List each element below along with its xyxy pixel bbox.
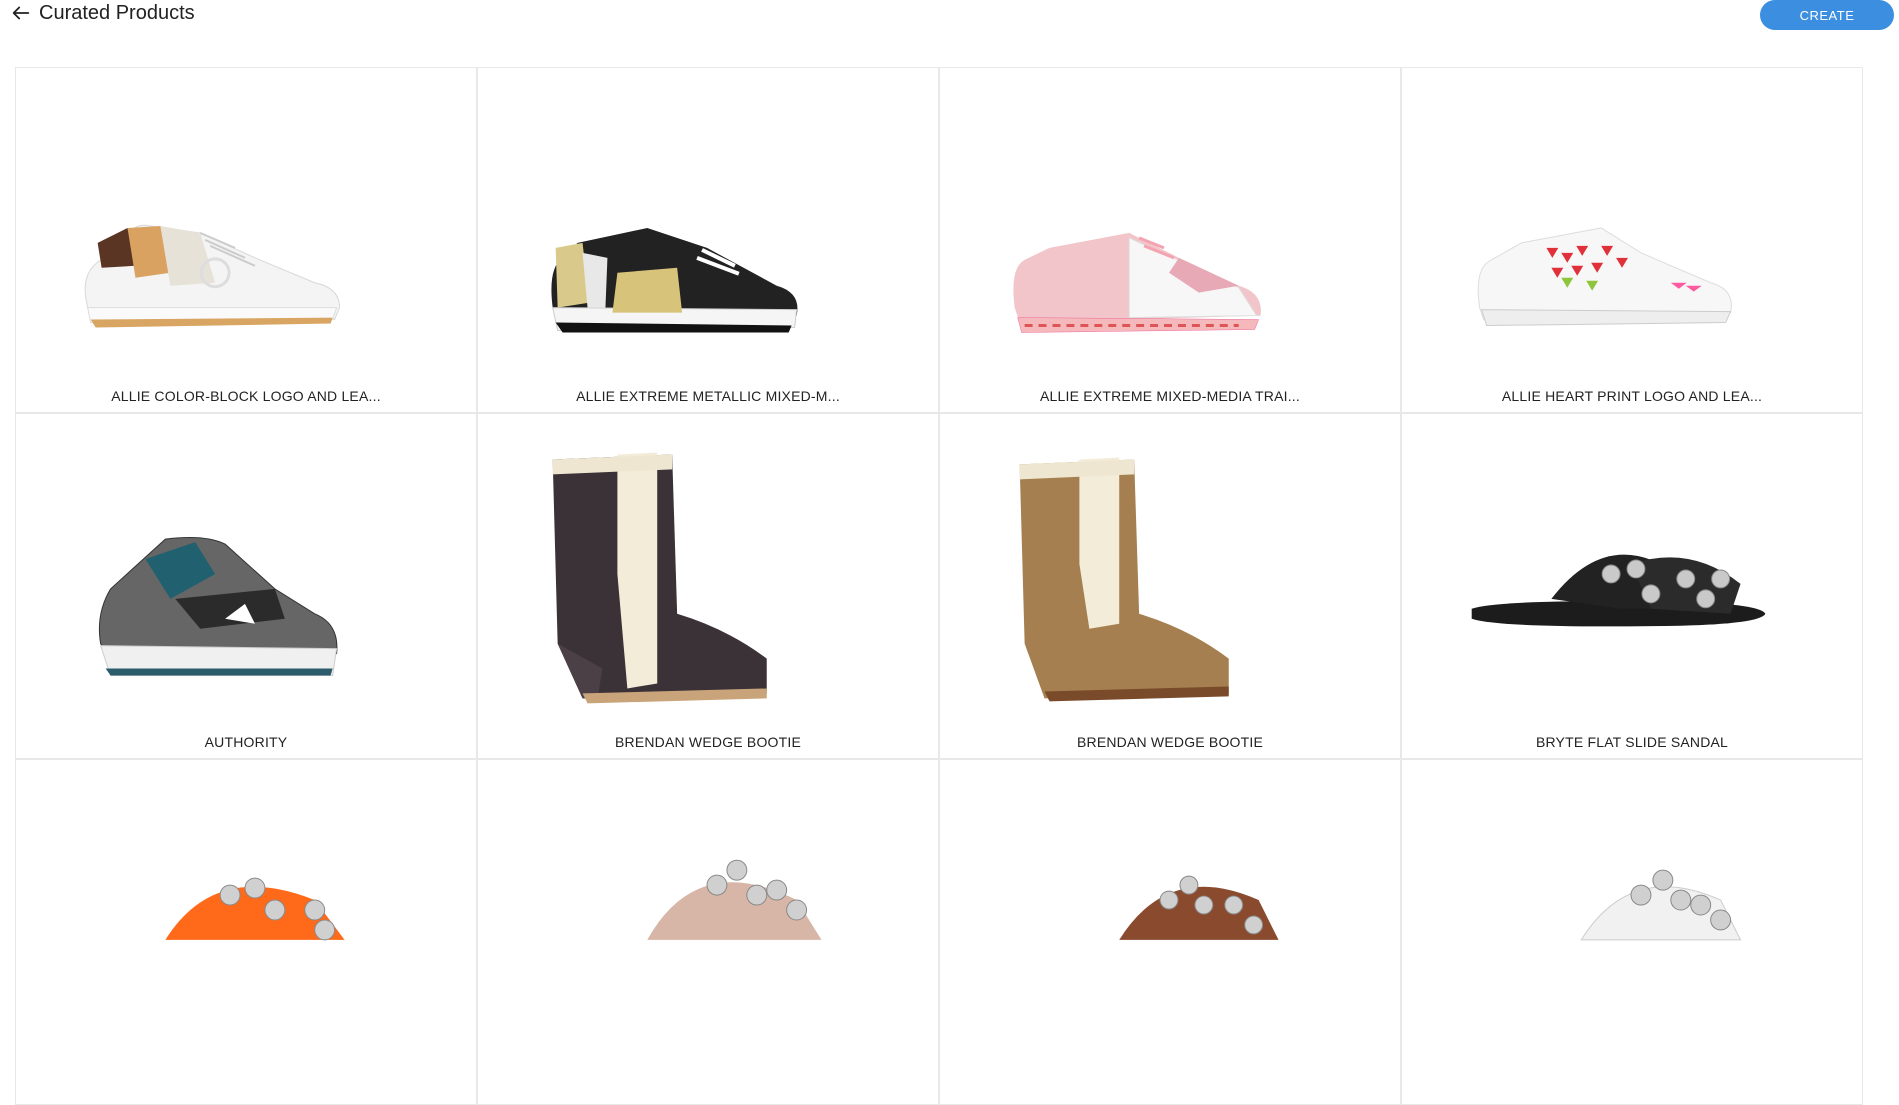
product-card[interactable]: ALLIE HEART PRINT LOGO AND LEA... bbox=[1401, 67, 1863, 413]
product-name: ALLIE HEART PRINT LOGO AND LEA... bbox=[1501, 388, 1763, 404]
product-name: ALLIE EXTREME MIXED-MEDIA TRAI... bbox=[1040, 388, 1300, 404]
product-card[interactable]: ALLIE EXTREME METALLIC MIXED-M... bbox=[477, 67, 939, 413]
product-image-white-sneaker bbox=[16, 68, 476, 368]
product-card[interactable]: BRENDAN WEDGE BOOTIE bbox=[477, 413, 939, 759]
product-name: ALLIE EXTREME METALLIC MIXED-M... bbox=[576, 388, 840, 404]
product-card[interactable]: BRYTE FLAT SLIDE SANDAL bbox=[1401, 413, 1863, 759]
product-card[interactable] bbox=[1401, 759, 1863, 1105]
product-name: ALLIE COLOR-BLOCK LOGO AND LEA... bbox=[111, 388, 381, 404]
product-card[interactable] bbox=[15, 759, 477, 1105]
product-grid: ALLIE COLOR-BLOCK LOGO AND LEA... ALLIE … bbox=[15, 67, 1863, 1105]
product-image-dark-bootie bbox=[478, 414, 938, 714]
arrow-left-icon bbox=[12, 6, 30, 20]
product-image-heart-print-sneaker bbox=[1402, 68, 1862, 368]
product-card[interactable] bbox=[477, 759, 939, 1105]
back-button[interactable]: Curated Products bbox=[10, 2, 195, 24]
product-name: BRENDAN WEDGE BOOTIE bbox=[1076, 734, 1264, 750]
product-image-pink-sneaker bbox=[940, 68, 1400, 368]
product-card[interactable]: AUTHORITY bbox=[15, 413, 477, 759]
product-image-clear-slide bbox=[1402, 760, 1862, 1060]
product-image-black-slide bbox=[1402, 414, 1862, 714]
product-card[interactable]: BRENDAN WEDGE BOOTIE bbox=[939, 413, 1401, 759]
product-image-orange-slide bbox=[16, 760, 476, 1060]
product-card[interactable]: ALLIE COLOR-BLOCK LOGO AND LEA... bbox=[15, 67, 477, 413]
product-image-nude-slide bbox=[478, 760, 938, 1060]
product-image-tan-bootie bbox=[940, 414, 1400, 714]
page-header: Curated Products CREATE bbox=[0, 0, 1899, 40]
product-name: BRENDAN WEDGE BOOTIE bbox=[614, 734, 802, 750]
create-button[interactable]: CREATE bbox=[1760, 0, 1894, 30]
product-image-teal-sneaker bbox=[16, 414, 476, 714]
page-title: Curated Products bbox=[39, 2, 195, 24]
product-card[interactable] bbox=[939, 759, 1401, 1105]
product-name: AUTHORITY bbox=[204, 734, 288, 750]
product-image-brown-slide bbox=[940, 760, 1400, 1060]
product-card[interactable]: ALLIE EXTREME MIXED-MEDIA TRAI... bbox=[939, 67, 1401, 413]
product-name: BRYTE FLAT SLIDE SANDAL bbox=[1535, 734, 1729, 750]
product-image-black-gold-sneaker bbox=[478, 68, 938, 368]
